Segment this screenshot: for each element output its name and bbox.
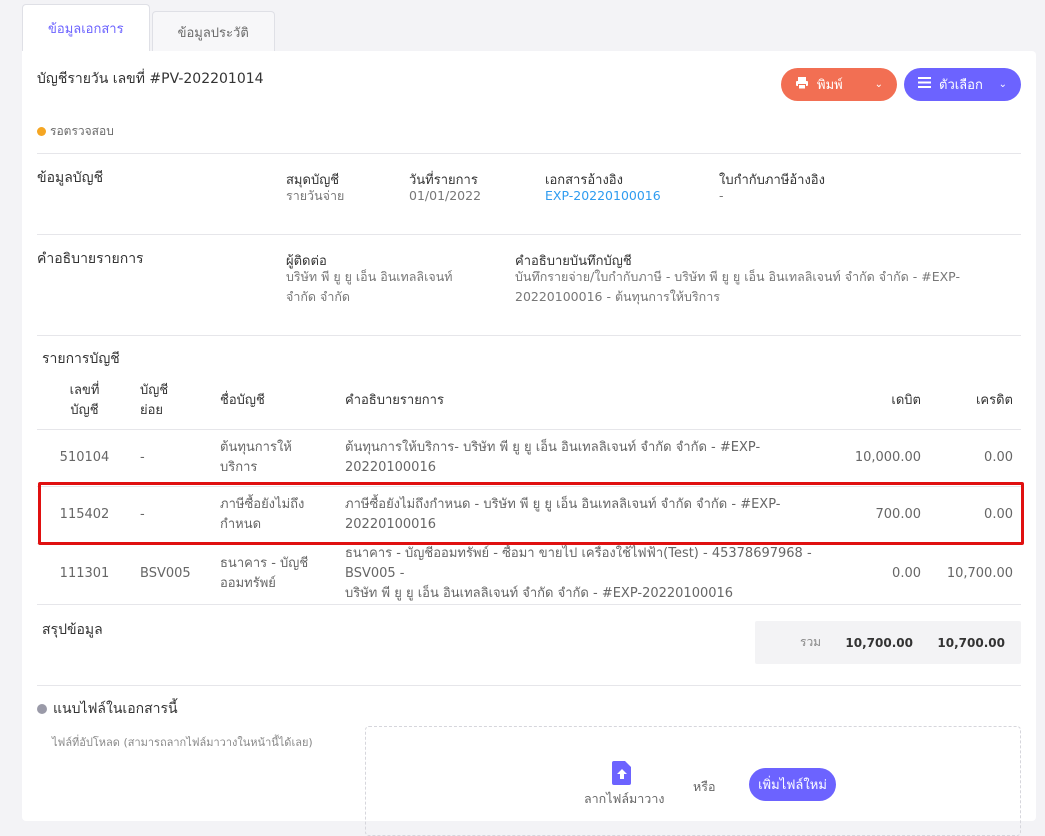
tax-invoice-value: - bbox=[719, 188, 724, 203]
upload-hint: ไฟล์ที่อัปโหลด (สามารถลากไฟล์มาวางในหน้า… bbox=[52, 736, 313, 749]
table-row: 111301 BSV005 ธนาคาร - บัญชี ออมทรัพย์ ธน… bbox=[37, 543, 1021, 605]
page-title: บัญชีรายวัน เลขที่ #PV-202201014 bbox=[37, 71, 264, 87]
table-row: 115402 - ภาษีซื้อยังไม่ถึง กำหนด ภาษีซื้อ… bbox=[37, 486, 1021, 544]
debit-total: 10,700.00 bbox=[845, 635, 913, 650]
attachments-heading: แนบไฟล์ในเอกสารนี้ bbox=[37, 698, 178, 720]
col-account-name: ชื่อบัญชี bbox=[212, 373, 337, 430]
sub-account: - bbox=[132, 486, 212, 544]
divider bbox=[37, 335, 1021, 336]
journal-note-line-2: 20220100016 - ต้นทุนการให้บริการ bbox=[515, 289, 720, 304]
chevron-down-icon: ⌄ bbox=[998, 79, 1007, 90]
account-name: ภาษีซื้อยังไม่ถึง กำหนด bbox=[212, 486, 337, 544]
ledger-value: รายวันจ่าย bbox=[286, 188, 345, 203]
print-button[interactable]: พิมพ์ ⌄ bbox=[781, 68, 897, 101]
row-description: ภาษีซื้อยังไม่ถึงกำหนด - บริษัท พี ยู ยู… bbox=[337, 486, 837, 544]
status-dot-icon bbox=[37, 127, 46, 136]
contact-line-1: บริษัท พี ยู ยู เอ็น อินเทลลิเจนท์ bbox=[286, 269, 453, 284]
account-no: 510104 bbox=[37, 429, 132, 487]
col-credit: เครดิต bbox=[929, 373, 1021, 430]
account-name: ธนาคาร - บัญชี ออมทรัพย์ bbox=[212, 543, 337, 605]
divider bbox=[37, 685, 1021, 686]
status-badge: รอตรวจสอบ bbox=[37, 122, 114, 141]
tab-document-info[interactable]: ข้อมูลเอกสาร bbox=[22, 4, 150, 52]
ledger-table: เลขที่ บัญชี บัญชี ย่อย ชื่อบัญชี คำอธิบาย… bbox=[37, 373, 1021, 605]
divider bbox=[37, 234, 1021, 235]
drag-drop-label: ลากไฟล์มาวาง bbox=[584, 791, 665, 806]
credit-amount: 0.00 bbox=[929, 486, 1021, 544]
col-sub-account: บัญชี ย่อย bbox=[132, 373, 212, 430]
col-account-no: เลขที่ บัญชี bbox=[37, 373, 132, 430]
account-no: 115402 bbox=[37, 486, 132, 544]
bullet-icon bbox=[37, 704, 47, 714]
row-description: ธนาคาร - บัญชีออมทรัพย์ - ซื้อมา ขายไป เ… bbox=[337, 543, 837, 605]
attachments-heading-text: แนบไฟล์ในเอกสารนี้ bbox=[53, 701, 178, 717]
credit-amount: 10,700.00 bbox=[929, 543, 1021, 605]
date-value: 01/01/2022 bbox=[409, 188, 482, 203]
or-label: หรือ bbox=[693, 779, 716, 794]
contact-line-2: จำกัด จำกัด bbox=[286, 289, 351, 304]
options-label: ตัวเลือก bbox=[939, 78, 983, 93]
account-name: ต้นทุนการให้ บริการ bbox=[212, 429, 337, 487]
tax-invoice-label: ใบกำกับภาษีอ้างอิง bbox=[719, 173, 825, 188]
print-label: พิมพ์ bbox=[817, 78, 843, 93]
debit-amount: 0.00 bbox=[837, 543, 929, 605]
tab-history[interactable]: ข้อมูลประวัติ bbox=[151, 11, 275, 52]
col-debit: เดบิต bbox=[837, 373, 929, 430]
debit-amount: 10,000.00 bbox=[837, 429, 929, 487]
table-header-row: เลขที่ บัญชี บัญชี ย่อย ชื่อบัญชี คำอธิบาย… bbox=[37, 373, 1021, 430]
file-dropzone[interactable]: ลากไฟล์มาวาง หรือ เพิ่มไฟล์ใหม่ bbox=[365, 726, 1021, 836]
document-card: บัญชีรายวัน เลขที่ #PV-202201014 พิมพ์ ⌄… bbox=[22, 51, 1036, 836]
credit-total: 10,700.00 bbox=[937, 635, 1005, 650]
row-description: ต้นทุนการให้บริการ- บริษัท พี ยู ยู เอ็น… bbox=[337, 429, 837, 487]
account-no: 111301 bbox=[37, 543, 132, 605]
ledger-heading: รายการบัญชี bbox=[42, 351, 120, 367]
status-text: รอตรวจสอบ bbox=[50, 124, 114, 138]
printer-icon bbox=[795, 76, 809, 94]
journal-note-line-1: บันทึกรายจ่าย/ใบกำกับภาษี - บริษัท พี ยู… bbox=[515, 269, 960, 284]
chevron-down-icon: ⌄ bbox=[874, 79, 883, 90]
menu-icon bbox=[918, 77, 931, 92]
add-file-button[interactable]: เพิ่มไฟล์ใหม่ bbox=[749, 768, 836, 801]
sub-account: BSV005 bbox=[132, 543, 212, 605]
divider bbox=[37, 153, 1021, 154]
table-row: 510104 - ต้นทุนการให้ บริการ ต้นทุนการให้… bbox=[37, 429, 1021, 487]
credit-amount: 0.00 bbox=[929, 429, 1021, 487]
description-heading: คำอธิบายรายการ bbox=[37, 251, 144, 267]
debit-amount: 700.00 bbox=[837, 486, 929, 544]
document-tabs: ข้อมูลเอกสาร ข้อมูลประวัติ bbox=[22, 4, 277, 52]
summary-totals: รวม 10,700.00 10,700.00 bbox=[755, 621, 1021, 664]
summary-heading: สรุปข้อมูล bbox=[42, 622, 103, 638]
upload-file-icon bbox=[612, 761, 632, 785]
col-description: คำอธิบายรายการ bbox=[337, 373, 837, 430]
account-info-heading: ข้อมูลบัญชี bbox=[37, 170, 104, 186]
total-label: รวม bbox=[800, 635, 822, 649]
options-button[interactable]: ตัวเลือก ⌄ bbox=[904, 68, 1021, 101]
reference-doc-link[interactable]: EXP-20220100016 bbox=[545, 186, 661, 206]
sub-account: - bbox=[132, 429, 212, 487]
